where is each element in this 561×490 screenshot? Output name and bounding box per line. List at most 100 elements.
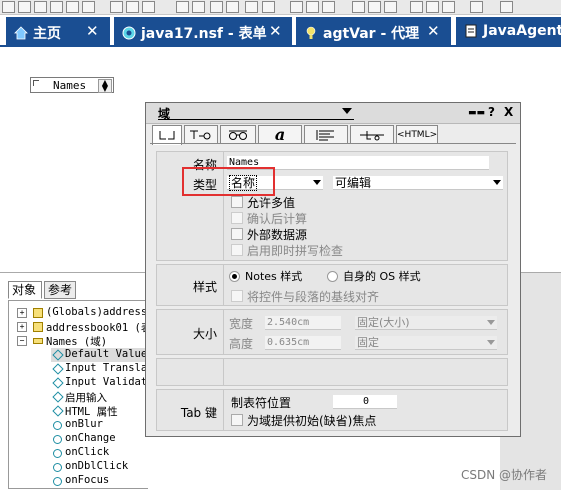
- height-mode-value: 固定: [357, 336, 379, 349]
- toolbar: [0, 0, 561, 15]
- info-tab-icon: [159, 131, 175, 140]
- tab-javaagent[interactable]: JavaAgent.j: [456, 17, 561, 46]
- tab-key-label: Tab 键: [180, 406, 217, 420]
- toolbar-button[interactable]: [384, 1, 397, 13]
- tab-agent[interactable]: agtVar - 代理 ✕: [296, 17, 451, 46]
- empty-group: [156, 358, 508, 386]
- toolbar-button[interactable]: [470, 1, 483, 13]
- initial-focus-label: 为域提供初始(缺省)焦点: [247, 414, 377, 428]
- tree-item-label: onChange: [65, 432, 116, 444]
- tab-objects[interactable]: 对象: [8, 281, 42, 299]
- tab-paragraph[interactable]: [304, 125, 348, 143]
- width-mode-select[interactable]: 固定(大小): [355, 316, 497, 330]
- toolbar-button[interactable]: [142, 1, 155, 13]
- editable-select[interactable]: 可编辑: [333, 176, 503, 190]
- title-select-underline: [158, 119, 354, 120]
- initial-focus-checkbox[interactable]: [231, 414, 243, 426]
- tree-item-label: onDblClick: [65, 460, 129, 472]
- toolbar-button[interactable]: [306, 1, 319, 13]
- group-divider: [223, 265, 224, 305]
- toolbar-button[interactable]: [18, 1, 31, 13]
- width-field[interactable]: 2.540cm: [265, 316, 341, 330]
- toolbar-button[interactable]: [192, 1, 205, 13]
- toolbar-button[interactable]: [50, 1, 63, 13]
- width-mode-value: 固定(大小): [357, 316, 410, 329]
- combo-arrows-icon: ▲ ▼: [98, 79, 112, 93]
- toolbar-button[interactable]: [210, 1, 223, 13]
- toolbar-button[interactable]: [442, 1, 455, 13]
- allow-multi-checkbox[interactable]: [231, 196, 243, 208]
- toolbar-button[interactable]: [34, 1, 47, 13]
- object-tree[interactable]: + (Globals)addressb + addressbook01 (表 −…: [8, 300, 148, 489]
- size-group: 大小 宽度 2.540cm 固定(大小) 高度 0.635cm 固定: [156, 309, 508, 355]
- dialog-title-bar[interactable]: 域 ▬▬ ? X: [146, 103, 520, 124]
- formula-icon: [52, 363, 64, 375]
- field-icon: [33, 338, 43, 344]
- names-field[interactable]: Names ▲ ▼: [30, 77, 114, 93]
- spell-check-checkbox[interactable]: [231, 244, 243, 256]
- os-style-radio[interactable]: [327, 271, 338, 282]
- tab-order-field[interactable]: 0: [333, 395, 397, 409]
- align-baseline-checkbox[interactable]: [231, 290, 243, 302]
- field-label: Names: [53, 79, 87, 92]
- compute-after-validate-checkbox[interactable]: [231, 212, 243, 224]
- toolbar-button[interactable]: [322, 1, 335, 13]
- toolbar-button[interactable]: [262, 1, 275, 13]
- toolbar-button[interactable]: [500, 1, 513, 13]
- tab-font[interactable]: a: [258, 125, 302, 144]
- menu-icon[interactable]: ▬▬: [468, 108, 485, 118]
- toolbar-button[interactable]: [226, 1, 239, 13]
- height-field[interactable]: 0.635cm: [265, 336, 341, 350]
- tree-item-label: (Globals)addressb: [46, 306, 148, 318]
- form-icon: [33, 322, 43, 332]
- agent-icon: [306, 26, 316, 39]
- notes-style-radio[interactable]: [229, 271, 240, 282]
- toolbar-button[interactable]: [352, 1, 365, 13]
- toolbar-button[interactable]: [245, 1, 258, 13]
- toolbar-button[interactable]: [2, 1, 15, 13]
- toolbar-button[interactable]: [126, 1, 139, 13]
- toolbar-button[interactable]: [176, 1, 189, 13]
- formula-icon: [52, 349, 64, 361]
- tab-reference[interactable]: 参考: [44, 281, 76, 299]
- toolbar-button[interactable]: [290, 1, 303, 13]
- toolbar-button[interactable]: [410, 1, 423, 13]
- script-icon: [53, 435, 62, 444]
- toolbar-button[interactable]: [82, 1, 95, 13]
- align-baseline-label: 将控件与段落的基线对齐: [247, 290, 380, 304]
- tab-html[interactable]: <HTML>: [396, 125, 438, 143]
- close-icon[interactable]: ✕: [269, 22, 282, 40]
- script-icon: [53, 449, 62, 458]
- height-mode-select[interactable]: 固定: [355, 336, 497, 350]
- collapse-icon[interactable]: −: [17, 336, 27, 346]
- chevron-down-icon: [493, 180, 501, 185]
- tree-item-label: Default Value: [65, 348, 148, 360]
- toolbar-button[interactable]: [368, 1, 381, 13]
- tab-options[interactable]: [184, 125, 218, 143]
- close-button[interactable]: X: [504, 105, 513, 119]
- tree-item-label: onFocus: [65, 474, 110, 486]
- formula-icon: [52, 377, 64, 389]
- tree-item-label: onBlur: [65, 418, 103, 430]
- chevron-down-icon: [487, 340, 495, 345]
- tab-form[interactable]: java17.nsf - 表单 ✕: [114, 17, 292, 46]
- close-icon[interactable]: ✕: [86, 22, 99, 40]
- expand-icon[interactable]: +: [17, 308, 27, 318]
- tree-item-label: Names (域): [46, 336, 108, 348]
- tab-alignment[interactable]: [350, 125, 394, 143]
- expand-icon[interactable]: +: [17, 322, 27, 332]
- field-corner-icon: [33, 80, 39, 86]
- group-divider: [223, 359, 224, 385]
- tree-item-selected[interactable]: Default Value: [51, 348, 148, 362]
- toolbar-button[interactable]: [66, 1, 79, 13]
- tab-info[interactable]: [152, 125, 182, 145]
- external-source-checkbox[interactable]: [231, 228, 243, 240]
- tab-label: JavaAgent.j: [483, 23, 561, 39]
- chevron-down-icon[interactable]: [342, 108, 352, 114]
- tab-hide-when[interactable]: [220, 125, 256, 143]
- close-icon[interactable]: ✕: [427, 22, 440, 40]
- toolbar-button[interactable]: [426, 1, 439, 13]
- toolbar-button[interactable]: [110, 1, 123, 13]
- tab-home[interactable]: 主页 ✕: [6, 17, 110, 46]
- help-button[interactable]: ?: [488, 105, 495, 119]
